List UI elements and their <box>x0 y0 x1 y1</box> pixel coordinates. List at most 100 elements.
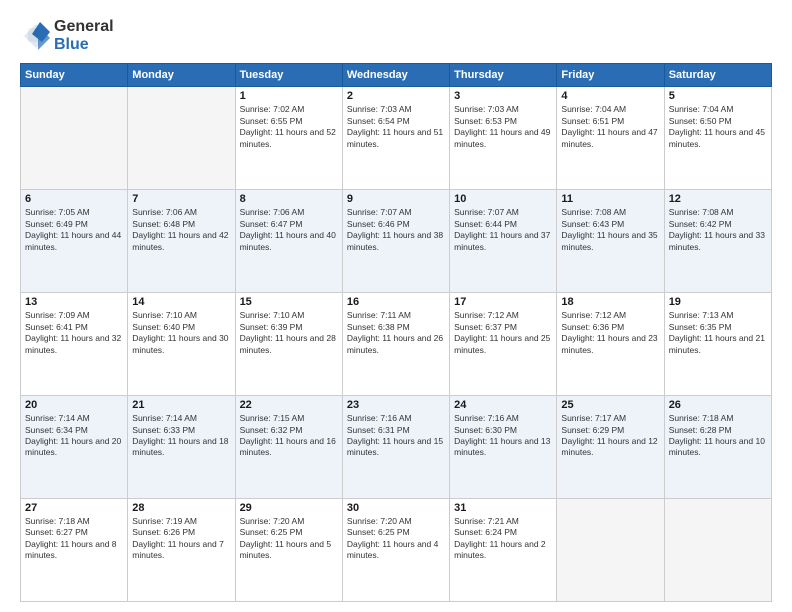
calendar-day-cell: 12 Sunrise: 7:08 AM Sunset: 6:42 PM Dayli… <box>664 190 771 293</box>
calendar-day-cell: 23 Sunrise: 7:16 AM Sunset: 6:31 PM Dayli… <box>342 396 449 499</box>
calendar-day-cell: 21 Sunrise: 7:14 AM Sunset: 6:33 PM Dayli… <box>128 396 235 499</box>
day-info: Sunrise: 7:03 AM Sunset: 6:53 PM Dayligh… <box>454 104 552 150</box>
weekday-header: Friday <box>557 64 664 87</box>
day-number: 25 <box>561 399 659 411</box>
day-number: 22 <box>240 399 338 411</box>
weekday-header: Sunday <box>21 64 128 87</box>
calendar-day-cell <box>664 499 771 602</box>
logo: General Blue <box>20 18 114 53</box>
calendar-day-cell: 11 Sunrise: 7:08 AM Sunset: 6:43 PM Dayli… <box>557 190 664 293</box>
header: General Blue <box>20 18 772 53</box>
day-info: Sunrise: 7:13 AM Sunset: 6:35 PM Dayligh… <box>669 310 767 356</box>
day-info: Sunrise: 7:07 AM Sunset: 6:44 PM Dayligh… <box>454 207 552 253</box>
calendar-day-cell: 19 Sunrise: 7:13 AM Sunset: 6:35 PM Dayli… <box>664 293 771 396</box>
calendar-day-cell: 4 Sunrise: 7:04 AM Sunset: 6:51 PM Daylig… <box>557 87 664 190</box>
day-number: 1 <box>240 90 338 102</box>
day-info: Sunrise: 7:18 AM Sunset: 6:28 PM Dayligh… <box>669 413 767 459</box>
day-number: 4 <box>561 90 659 102</box>
day-info: Sunrise: 7:20 AM Sunset: 6:25 PM Dayligh… <box>347 516 445 562</box>
calendar-day-cell: 5Sunrise: 7:04 AM Sunset: 6:50 PM Daylig… <box>664 87 771 190</box>
day-info: Sunrise: 7:10 AM Sunset: 6:40 PM Dayligh… <box>132 310 230 356</box>
day-number: 2 <box>347 90 445 102</box>
calendar-day-cell: 26 Sunrise: 7:18 AM Sunset: 6:28 PM Dayli… <box>664 396 771 499</box>
day-number: 16 <box>347 296 445 308</box>
day-info: Sunrise: 7:14 AM Sunset: 6:33 PM Dayligh… <box>132 413 230 459</box>
day-info: Sunrise: 7:09 AM Sunset: 6:41 PM Dayligh… <box>25 310 123 356</box>
day-info: Sunrise: 7:04 AM Sunset: 6:51 PM Dayligh… <box>561 104 659 150</box>
calendar-day-cell: 20Sunrise: 7:14 AM Sunset: 6:34 PM Dayli… <box>21 396 128 499</box>
day-info: Sunrise: 7:16 AM Sunset: 6:31 PM Dayligh… <box>347 413 445 459</box>
day-number: 26 <box>669 399 767 411</box>
calendar-day-cell <box>557 499 664 602</box>
day-number: 29 <box>240 502 338 514</box>
day-info: Sunrise: 7:12 AM Sunset: 6:36 PM Dayligh… <box>561 310 659 356</box>
calendar-day-cell: 17Sunrise: 7:12 AM Sunset: 6:37 PM Dayli… <box>450 293 557 396</box>
day-number: 18 <box>561 296 659 308</box>
day-number: 30 <box>347 502 445 514</box>
day-number: 7 <box>132 193 230 205</box>
calendar-week-row: 27 Sunrise: 7:18 AM Sunset: 6:27 PM Dayli… <box>21 499 772 602</box>
calendar-day-cell <box>21 87 128 190</box>
day-number: 23 <box>347 399 445 411</box>
calendar-day-cell: 31 Sunrise: 7:21 AM Sunset: 6:24 PM Dayli… <box>450 499 557 602</box>
calendar-day-cell: 14 Sunrise: 7:10 AM Sunset: 6:40 PM Dayli… <box>128 293 235 396</box>
day-info: Sunrise: 7:08 AM Sunset: 6:43 PM Dayligh… <box>561 207 659 253</box>
day-info: Sunrise: 7:16 AM Sunset: 6:30 PM Dayligh… <box>454 413 552 459</box>
day-number: 19 <box>669 296 767 308</box>
calendar-day-cell: 16 Sunrise: 7:11 AM Sunset: 6:38 PM Dayli… <box>342 293 449 396</box>
day-info: Sunrise: 7:15 AM Sunset: 6:32 PM Dayligh… <box>240 413 338 459</box>
calendar-day-cell: 7 Sunrise: 7:06 AM Sunset: 6:48 PM Daylig… <box>128 190 235 293</box>
day-number: 9 <box>347 193 445 205</box>
day-info: Sunrise: 7:06 AM Sunset: 6:47 PM Dayligh… <box>240 207 338 253</box>
day-info: Sunrise: 7:08 AM Sunset: 6:42 PM Dayligh… <box>669 207 767 253</box>
day-number: 15 <box>240 296 338 308</box>
calendar-day-cell: 24 Sunrise: 7:16 AM Sunset: 6:30 PM Dayli… <box>450 396 557 499</box>
calendar-day-cell: 28Sunrise: 7:19 AM Sunset: 6:26 PM Dayli… <box>128 499 235 602</box>
day-info: Sunrise: 7:18 AM Sunset: 6:27 PM Dayligh… <box>25 516 123 562</box>
weekday-header: Monday <box>128 64 235 87</box>
day-number: 14 <box>132 296 230 308</box>
logo-icon <box>20 20 52 52</box>
day-info: Sunrise: 7:06 AM Sunset: 6:48 PM Dayligh… <box>132 207 230 253</box>
day-info: Sunrise: 7:07 AM Sunset: 6:46 PM Dayligh… <box>347 207 445 253</box>
calendar-day-cell: 22 Sunrise: 7:15 AM Sunset: 6:32 PM Dayli… <box>235 396 342 499</box>
calendar-day-cell: 30 Sunrise: 7:20 AM Sunset: 6:25 PM Dayli… <box>342 499 449 602</box>
calendar-day-cell <box>128 87 235 190</box>
day-info: Sunrise: 7:11 AM Sunset: 6:38 PM Dayligh… <box>347 310 445 356</box>
weekday-header: Saturday <box>664 64 771 87</box>
calendar-day-cell: 10 Sunrise: 7:07 AM Sunset: 6:44 PM Dayli… <box>450 190 557 293</box>
day-number: 10 <box>454 193 552 205</box>
logo-blue: Blue <box>54 36 89 53</box>
day-info: Sunrise: 7:21 AM Sunset: 6:24 PM Dayligh… <box>454 516 552 562</box>
day-info: Sunrise: 7:12 AM Sunset: 6:37 PM Dayligh… <box>454 310 552 356</box>
day-number: 13 <box>25 296 123 308</box>
day-number: 5 <box>669 90 767 102</box>
calendar-week-row: 6 Sunrise: 7:05 AM Sunset: 6:49 PM Daylig… <box>21 190 772 293</box>
calendar-day-cell: 25Sunrise: 7:17 AM Sunset: 6:29 PM Dayli… <box>557 396 664 499</box>
day-number: 8 <box>240 193 338 205</box>
calendar-day-cell: 1Sunrise: 7:02 AM Sunset: 6:55 PM Daylig… <box>235 87 342 190</box>
calendar-day-cell: 6 Sunrise: 7:05 AM Sunset: 6:49 PM Daylig… <box>21 190 128 293</box>
day-number: 24 <box>454 399 552 411</box>
day-info: Sunrise: 7:20 AM Sunset: 6:25 PM Dayligh… <box>240 516 338 562</box>
calendar-week-row: 1Sunrise: 7:02 AM Sunset: 6:55 PM Daylig… <box>21 87 772 190</box>
day-number: 6 <box>25 193 123 205</box>
calendar-table: SundayMondayTuesdayWednesdayThursdayFrid… <box>20 63 772 602</box>
calendar-week-row: 20Sunrise: 7:14 AM Sunset: 6:34 PM Dayli… <box>21 396 772 499</box>
calendar-day-cell: 15 Sunrise: 7:10 AM Sunset: 6:39 PM Dayli… <box>235 293 342 396</box>
day-number: 21 <box>132 399 230 411</box>
day-number: 12 <box>669 193 767 205</box>
day-number: 11 <box>561 193 659 205</box>
weekday-header: Thursday <box>450 64 557 87</box>
weekday-header: Tuesday <box>235 64 342 87</box>
day-info: Sunrise: 7:10 AM Sunset: 6:39 PM Dayligh… <box>240 310 338 356</box>
calendar-day-cell: 9 Sunrise: 7:07 AM Sunset: 6:46 PM Daylig… <box>342 190 449 293</box>
day-info: Sunrise: 7:05 AM Sunset: 6:49 PM Dayligh… <box>25 207 123 253</box>
calendar-day-cell: 2Sunrise: 7:03 AM Sunset: 6:54 PM Daylig… <box>342 87 449 190</box>
calendar-week-row: 13 Sunrise: 7:09 AM Sunset: 6:41 PM Dayli… <box>21 293 772 396</box>
calendar-day-cell: 13 Sunrise: 7:09 AM Sunset: 6:41 PM Dayli… <box>21 293 128 396</box>
calendar-day-cell: 27 Sunrise: 7:18 AM Sunset: 6:27 PM Dayli… <box>21 499 128 602</box>
calendar-header-row: SundayMondayTuesdayWednesdayThursdayFrid… <box>21 64 772 87</box>
day-number: 27 <box>25 502 123 514</box>
day-number: 31 <box>454 502 552 514</box>
